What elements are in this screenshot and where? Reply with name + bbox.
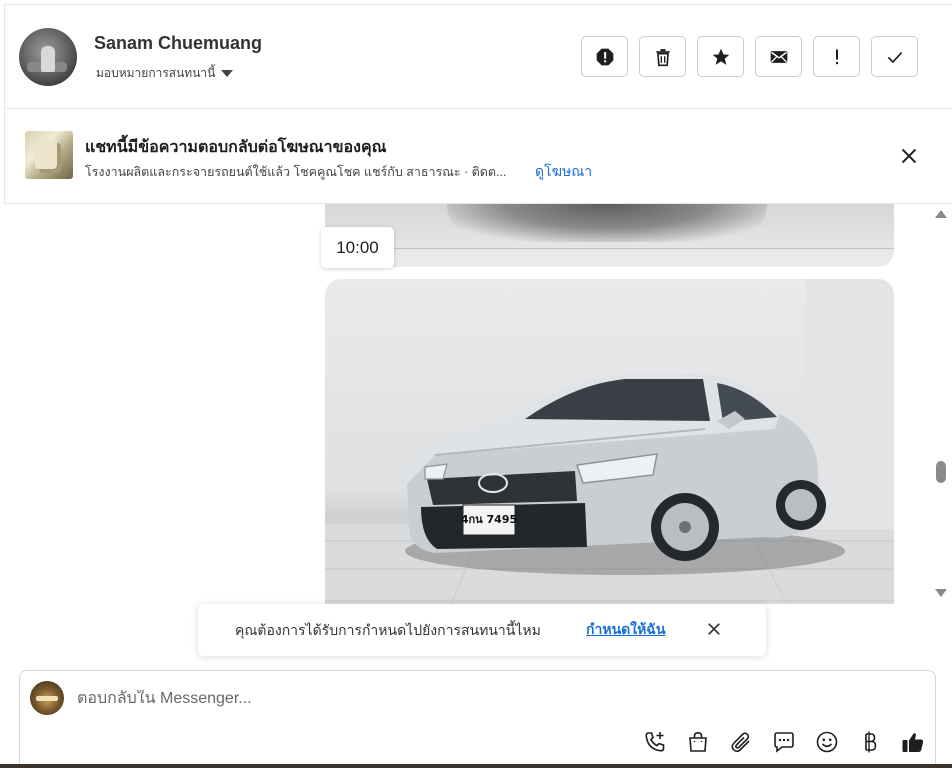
close-icon[interactable] bbox=[898, 145, 920, 167]
star-button[interactable] bbox=[697, 36, 744, 77]
shop-button[interactable] bbox=[683, 727, 712, 756]
message-list[interactable]: 10:00 4กน 7495 bbox=[4, 204, 935, 604]
shopping-bag-icon bbox=[688, 731, 707, 752]
mark-done-button[interactable] bbox=[871, 36, 918, 77]
chat-bubble-icon bbox=[773, 731, 794, 753]
ad-thumbnail[interactable] bbox=[25, 131, 73, 179]
saved-replies-button[interactable] bbox=[769, 727, 798, 756]
license-plate-text: 4กน 7495 bbox=[461, 513, 517, 526]
assign-label: มอบหมายการสนทนานี้ bbox=[96, 66, 216, 80]
scroll-up-arrow[interactable] bbox=[935, 210, 947, 218]
reply-composer bbox=[19, 670, 936, 768]
inbox-conversation: Sanam Chuemuang มอบหมายการสนทนานี้ แชทนี… bbox=[0, 0, 952, 768]
ad-banner-subtitle: โรงงานผลิตและกระจายรถยนต์ใช้แล้ว โชคคูณโ… bbox=[85, 165, 507, 179]
ad-banner-title: แชทนี้มีข้อความตอบกลับต่อโฆษณาของคุณ bbox=[85, 139, 387, 156]
follow-up-button[interactable] bbox=[813, 36, 860, 77]
delete-button[interactable] bbox=[639, 36, 686, 77]
envelope-icon bbox=[770, 50, 787, 63]
caret-down-icon bbox=[221, 70, 234, 77]
like-button[interactable] bbox=[898, 727, 927, 756]
assign-prompt-toast: คุณต้องการได้รับการกำหนดไปยังการสนทนานี้… bbox=[198, 604, 766, 656]
exclamation-icon bbox=[835, 49, 838, 64]
emoji-button[interactable] bbox=[812, 727, 841, 756]
header-actions bbox=[581, 36, 918, 77]
conversation-header: Sanam Chuemuang มอบหมายการสนทนานี้ bbox=[4, 4, 952, 109]
attach-button[interactable] bbox=[726, 727, 755, 756]
thumbs-up-icon bbox=[902, 732, 923, 752]
assign-dropdown[interactable]: มอบหมายการสนทนานี้ bbox=[96, 64, 234, 83]
call-button[interactable] bbox=[640, 727, 669, 756]
mark-unread-button[interactable] bbox=[755, 36, 802, 77]
payment-button[interactable] bbox=[855, 727, 884, 756]
message-timestamp: 10:00 bbox=[321, 227, 394, 268]
page-avatar bbox=[30, 681, 64, 715]
image-message-car[interactable]: 4กน 7495 bbox=[325, 279, 894, 604]
smiley-icon bbox=[816, 731, 837, 752]
star-icon bbox=[712, 48, 729, 65]
mark-spam-button[interactable] bbox=[581, 36, 628, 77]
view-ad-link[interactable]: ดูโฆษณา bbox=[535, 161, 592, 183]
assign-prompt-text: คุณต้องการได้รับการกำหนดไปยังการสนทนานี้… bbox=[235, 622, 541, 638]
taskbar-edge bbox=[0, 764, 952, 768]
alert-octagon-icon bbox=[596, 48, 613, 65]
reply-input[interactable] bbox=[77, 690, 857, 708]
close-icon[interactable] bbox=[705, 620, 723, 638]
image-message-previous[interactable] bbox=[325, 204, 894, 267]
composer-toolbar bbox=[640, 727, 927, 756]
baht-icon bbox=[864, 731, 876, 752]
contact-name[interactable]: Sanam Chuemuang bbox=[94, 33, 262, 54]
trash-icon bbox=[655, 48, 670, 66]
contact-avatar[interactable] bbox=[19, 28, 77, 86]
paperclip-icon bbox=[730, 731, 750, 752]
scroll-down-arrow[interactable] bbox=[935, 589, 947, 597]
phone-add-icon bbox=[644, 731, 664, 752]
car-photo: 4กน 7495 bbox=[325, 279, 894, 604]
scrollbar-thumb[interactable] bbox=[936, 461, 946, 483]
assign-to-me-link[interactable]: กำหนดให้ฉัน bbox=[586, 619, 665, 641]
check-icon bbox=[887, 51, 902, 63]
ad-reply-banner: แชทนี้มีข้อความตอบกลับต่อโฆษณาของคุณ โรง… bbox=[4, 109, 952, 204]
